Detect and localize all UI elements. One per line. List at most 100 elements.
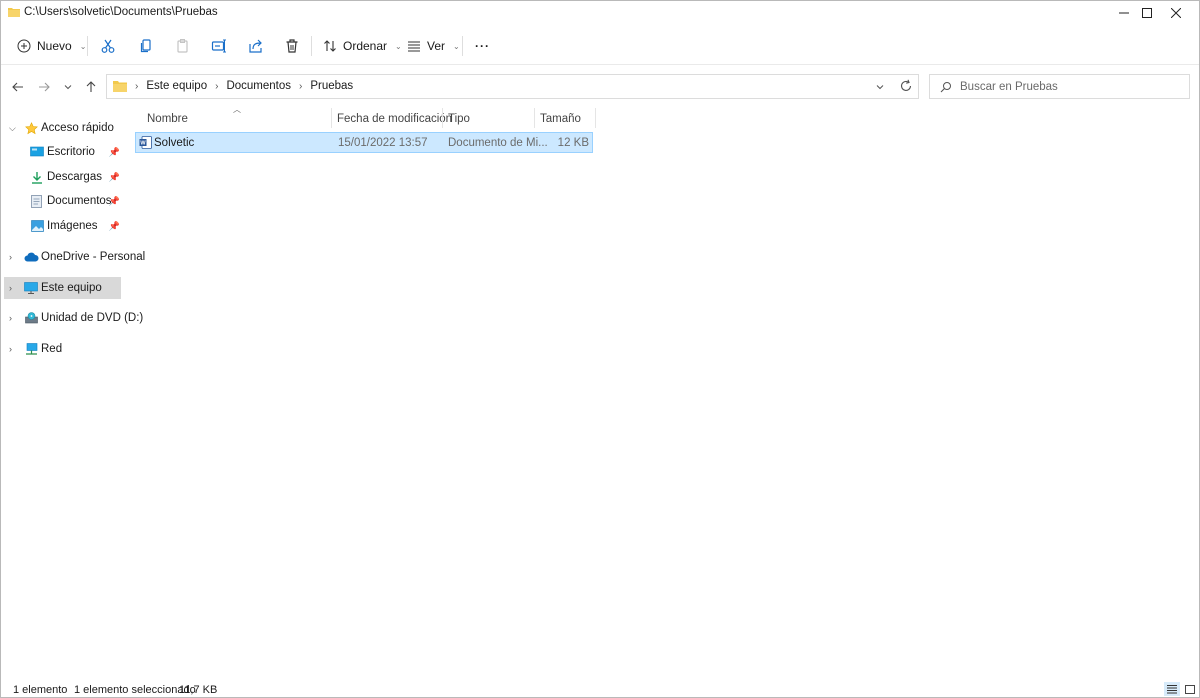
arrow-up-icon (86, 81, 96, 92)
column-divider[interactable] (442, 108, 443, 128)
scissors-icon (101, 39, 115, 53)
chevron-right-icon: › (9, 313, 12, 323)
sidebar-item-label: Red (41, 343, 63, 355)
view-button[interactable]: Ver ⌄ (403, 33, 464, 59)
dvd-icon (25, 312, 38, 324)
pin-icon: 📌 (108, 220, 120, 231)
folder-icon (113, 81, 127, 92)
share-icon (249, 39, 262, 53)
command-bar: Nuevo ⌄ Ordenar ⌄ Ver ⌄ ··· (1, 27, 1199, 65)
forward-button[interactable] (34, 77, 54, 97)
svg-text:W: W (140, 141, 146, 147)
breadcrumb-item-pruebas[interactable]: Pruebas (310, 80, 353, 92)
toolbar-divider (462, 36, 463, 56)
breadcrumb-item-documentos[interactable]: Documentos (226, 80, 291, 92)
status-selection: 1 elemento seleccionado (74, 684, 196, 696)
search-input[interactable]: Buscar en Pruebas (929, 74, 1190, 99)
cut-button[interactable] (96, 33, 120, 59)
toolbar-divider (87, 36, 88, 56)
recent-locations-button[interactable] (58, 77, 78, 97)
star-icon (25, 121, 38, 134)
file-name: Solvetic (154, 137, 195, 149)
sidebar-item-this-pc[interactable]: › Este equipo (4, 277, 121, 299)
rename-button[interactable] (207, 33, 231, 59)
title-bar: C:\Users\solvetic\Documents\Pruebas (1, 1, 1199, 25)
sort-label: Ordenar (343, 39, 388, 53)
file-size: 12 KB (557, 137, 589, 149)
chevron-right-icon: › (135, 80, 139, 92)
pin-icon: 📌 (108, 146, 120, 157)
sidebar-item-label: Documentos (47, 195, 112, 207)
address-history-button[interactable] (875, 81, 885, 95)
maximize-icon (1142, 8, 1152, 18)
chevron-right-icon: › (299, 80, 303, 92)
details-view-icon (1167, 684, 1177, 693)
sidebar-item-quick-access[interactable]: ⌵ Acceso rápido (3, 117, 120, 139)
chevron-right-icon: › (9, 283, 12, 293)
close-icon (1171, 8, 1181, 18)
sort-icon (324, 40, 336, 52)
refresh-icon (900, 79, 912, 91)
status-selection-size: 11,7 KB (179, 684, 218, 696)
plus-circle-icon (17, 39, 31, 53)
pin-icon: 📌 (108, 171, 120, 182)
sidebar-item-downloads[interactable]: Descargas 📌 (3, 166, 120, 188)
sidebar-item-label: Escritorio (47, 146, 95, 158)
sidebar-item-network[interactable]: › Red (3, 338, 120, 360)
column-divider[interactable] (595, 108, 596, 128)
rename-icon (211, 39, 226, 53)
copy-button[interactable] (134, 33, 158, 59)
chevron-down-icon: ⌵ (9, 122, 16, 133)
arrow-left-icon (12, 82, 23, 92)
download-icon (32, 171, 42, 184)
navigation-pane: ⌵ Acceso rápido Escritorio 📌 Descargas 📌 (1, 109, 145, 679)
large-icons-view-button[interactable] (1182, 682, 1198, 696)
toolbar-divider (311, 36, 312, 56)
details-view-button[interactable] (1164, 682, 1180, 696)
more-icon: ··· (475, 39, 490, 53)
search-placeholder: Buscar en Pruebas (960, 81, 1058, 93)
paste-icon (177, 39, 188, 53)
sidebar-item-dvd-drive[interactable]: › Unidad de DVD (D:) (3, 307, 143, 329)
up-button[interactable] (81, 77, 101, 97)
paste-button[interactable] (171, 33, 195, 59)
new-button[interactable]: Nuevo ⌄ (13, 33, 90, 59)
sidebar-item-desktop[interactable]: Escritorio 📌 (3, 141, 120, 163)
more-options-button[interactable]: ··· (471, 33, 494, 59)
refresh-button[interactable] (899, 79, 913, 96)
sidebar-item-label: Descargas (47, 171, 102, 183)
breadcrumb-item-este-equipo[interactable]: Este equipo (146, 80, 207, 92)
chevron-right-icon: › (215, 80, 219, 92)
word-document-icon: W (139, 136, 152, 149)
sidebar-item-pictures[interactable]: Imágenes 📌 (3, 215, 120, 237)
file-explorer-window: C:\Users\solvetic\Documents\Pruebas Nuev… (0, 0, 1200, 698)
sidebar-item-documents[interactable]: Documentos 📌 (3, 190, 120, 212)
search-icon (940, 82, 951, 93)
address-bar[interactable]: › Este equipo › Documentos › Pruebas (106, 74, 919, 99)
sidebar-item-onedrive[interactable]: › OneDrive - Personal (3, 246, 145, 268)
file-modified: 15/01/2022 13:57 (338, 137, 428, 149)
sidebar-item-label: Unidad de DVD (D:) (41, 312, 144, 324)
trash-icon (286, 39, 298, 53)
chevron-right-icon: › (9, 344, 12, 354)
share-button[interactable] (244, 33, 268, 59)
sort-button[interactable]: Ordenar ⌄ (319, 33, 406, 59)
sidebar-item-label: OneDrive - Personal (41, 251, 146, 263)
document-icon (31, 194, 42, 208)
pin-icon: 📌 (108, 195, 120, 206)
chevron-right-icon: › (9, 252, 12, 262)
large-icons-view-icon (1185, 684, 1195, 694)
sidebar-item-label: Este equipo (41, 282, 102, 294)
close-button[interactable] (1153, 1, 1199, 25)
column-divider[interactable] (331, 108, 332, 128)
pictures-icon (31, 220, 44, 232)
computer-icon (24, 282, 38, 294)
file-row[interactable]: W Solvetic 15/01/2022 13:57 Documento de… (135, 132, 593, 153)
back-button[interactable] (8, 77, 28, 97)
column-divider[interactable] (534, 108, 535, 128)
folder-icon (8, 8, 20, 17)
view-label: Ver (427, 39, 446, 53)
delete-button[interactable] (280, 33, 304, 59)
view-list-icon (408, 41, 420, 52)
sidebar-item-label: Imágenes (47, 220, 98, 232)
